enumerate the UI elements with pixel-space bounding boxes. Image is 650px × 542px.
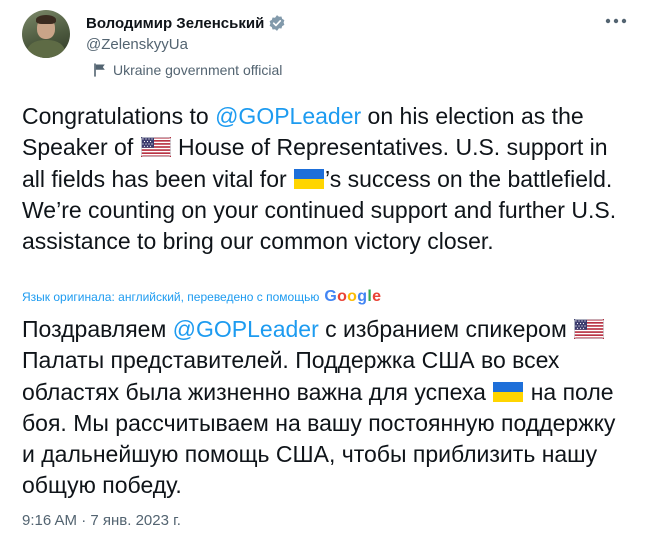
more-options-icon [605, 18, 627, 24]
more-options-button[interactable] [600, 10, 632, 32]
us-flag-icon [574, 319, 605, 339]
tweet-timestamp[interactable]: 9:16 AM · 7 янв. 2023 г. [22, 512, 181, 529]
translation-note[interactable]: Язык оригинала: английский, переведено с… [22, 288, 381, 306]
author-display-name[interactable]: Володимир Зеленський [86, 15, 264, 32]
tweet-text: Congratulations to @GOPLeader on his ele… [22, 101, 632, 257]
verified-badge-icon [268, 14, 286, 32]
author-handle[interactable]: @ZelenskyyUa [86, 36, 188, 53]
avatar-hair-shape [36, 15, 56, 24]
government-label-row: Ukraine government official [92, 61, 282, 79]
ukraine-flag-icon [493, 381, 524, 402]
tweet-text-segment: Палаты представителей. Поддержка США во … [22, 347, 560, 405]
ukraine-flag-icon [294, 168, 325, 189]
author-name-row: Володимир Зеленський [86, 12, 286, 34]
government-label[interactable]: Ukraine government official [113, 62, 282, 78]
tweet-card: Володимир Зеленський @ZelenskyyUa Ukrain… [0, 0, 650, 542]
translation-note-text: Язык оригинала: английский, переведено с… [22, 290, 320, 304]
google-logo: Google [324, 288, 382, 305]
government-building-icon [92, 62, 108, 78]
tweet-text-segment: Поздравляем [22, 316, 173, 342]
author-avatar[interactable] [22, 10, 70, 58]
mention-link[interactable]: @GOPLeader [173, 316, 319, 342]
us-flag-icon [140, 137, 171, 158]
tweet-text-segment: Congratulations to [22, 103, 216, 129]
translated-tweet-text: Поздравляем @GOPLeader с избранием спике… [22, 314, 632, 502]
tweet-text-segment: с избранием спикером [318, 316, 574, 342]
mention-link[interactable]: @GOPLeader [215, 103, 361, 129]
avatar-body-shape [27, 40, 65, 58]
